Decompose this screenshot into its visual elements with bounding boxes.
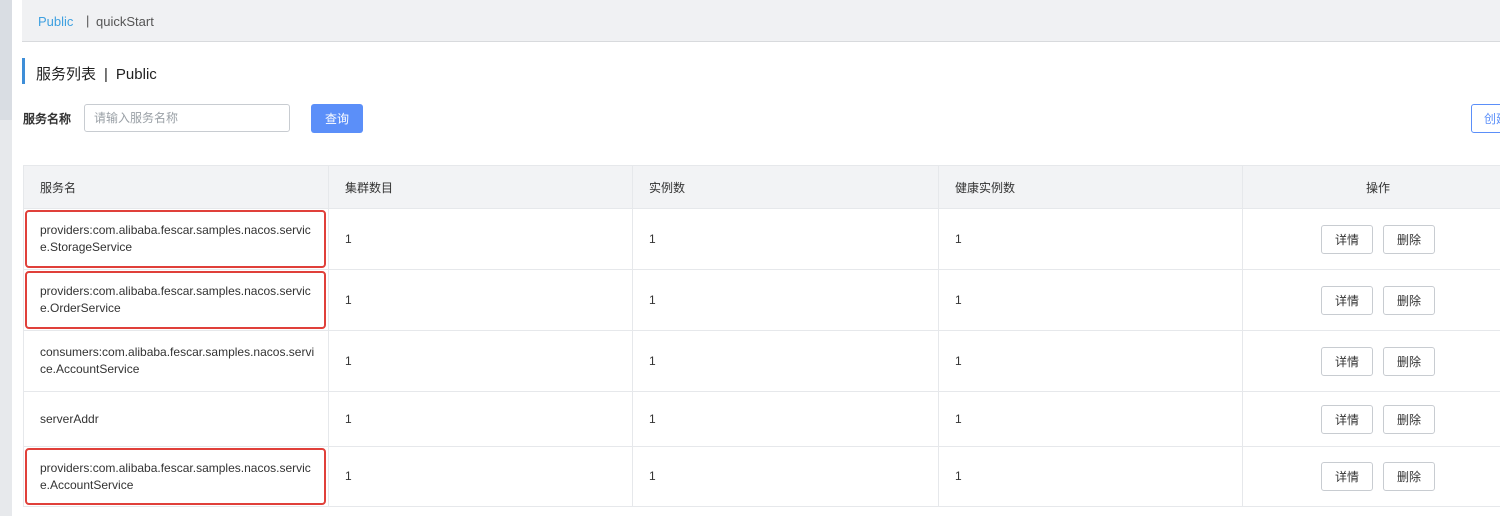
detail-button[interactable]: 详情 (1321, 346, 1373, 376)
page-title-separator: | (104, 66, 108, 83)
title-accent-bar (22, 58, 25, 84)
operations-cell: 详情 删除 (1242, 330, 1500, 392)
cluster-count-cell: 1 (328, 269, 633, 331)
service-name-cell: providers:com.alibaba.fescar.samples.nac… (23, 269, 329, 331)
service-name-cell: serverAddr (23, 391, 329, 447)
service-name-text: serverAddr (40, 411, 99, 426)
cluster-count-cell: 1 (328, 330, 633, 392)
service-name-text: providers:com.alibaba.fescar.samples.nac… (40, 223, 311, 254)
instance-count-cell: 1 (632, 269, 939, 331)
service-name-search-input[interactable] (84, 104, 290, 132)
delete-button[interactable]: 删除 (1383, 285, 1435, 315)
healthy-count-cell: 1 (938, 446, 1243, 507)
header-instance-count: 实例数 (632, 165, 939, 209)
instance-count-cell: 1 (632, 391, 939, 447)
service-name-cell: providers:com.alibaba.fescar.samples.nac… (23, 446, 329, 507)
namespace-public-link[interactable]: Public (38, 14, 73, 29)
operations-cell: 详情 删除 (1242, 391, 1500, 447)
header-service-name: 服务名 (23, 165, 329, 209)
header-healthy-instance-count: 健康实例数 (938, 165, 1243, 209)
operations-cell: 详情 删除 (1242, 269, 1500, 331)
namespace-bar: Public | quickStart (22, 0, 1500, 42)
page-title-text: 服务列表 (36, 66, 97, 83)
header-operations: 操作 (1242, 165, 1500, 209)
instance-count-cell: 1 (632, 208, 939, 270)
delete-button[interactable]: 删除 (1383, 346, 1435, 376)
cluster-count-cell: 1 (328, 208, 633, 270)
table-row: consumers:com.alibaba.fescar.samples.nac… (23, 330, 1500, 392)
service-name-cell: consumers:com.alibaba.fescar.samples.nac… (23, 330, 329, 392)
delete-button[interactable]: 删除 (1383, 224, 1435, 254)
healthy-count-cell: 1 (938, 330, 1243, 392)
header-cluster-count: 集群数目 (328, 165, 633, 209)
cluster-count-cell: 1 (328, 446, 633, 507)
app-frame: Public | quickStart 服务列表|Public 服务名称 查询 … (0, 0, 1500, 516)
table-row: providers:com.alibaba.fescar.samples.nac… (23, 208, 1500, 270)
instance-count-cell: 1 (632, 330, 939, 392)
table-row: serverAddr 1 1 1 详情 删除 (23, 391, 1500, 447)
page-title-namespace: Public (115, 66, 157, 83)
operations-cell: 详情 删除 (1242, 208, 1500, 270)
namespace-quickstart-link[interactable]: quickStart (96, 14, 154, 29)
query-button[interactable]: 查询 (311, 104, 363, 133)
operations-cell: 详情 删除 (1242, 446, 1500, 507)
detail-button[interactable]: 详情 (1321, 404, 1373, 434)
delete-button[interactable]: 删除 (1383, 404, 1435, 434)
service-name-cell: providers:com.alibaba.fescar.samples.nac… (23, 208, 329, 270)
healthy-count-cell: 1 (938, 208, 1243, 270)
healthy-count-cell: 1 (938, 269, 1243, 331)
sidebar-edge (0, 0, 12, 516)
table-row: providers:com.alibaba.fescar.samples.nac… (23, 269, 1500, 331)
service-name-text: consumers:com.alibaba.fescar.samples.nac… (40, 345, 315, 376)
detail-button[interactable]: 详情 (1321, 462, 1373, 491)
detail-button[interactable]: 详情 (1321, 285, 1373, 315)
namespace-separator: | (86, 13, 90, 28)
page-title: 服务列表 | Public (36, 63, 157, 84)
detail-button[interactable]: 详情 (1321, 224, 1373, 254)
service-name-text: providers:com.alibaba.fescar.samples.nac… (40, 460, 311, 492)
service-table: 服务名 集群数目 实例数 健康实例数 操作 providers:com.alib… (23, 165, 1500, 507)
main-content: Public | quickStart 服务列表|Public 服务名称 查询 … (22, 0, 1500, 516)
create-service-button[interactable]: 创建服务 (1471, 104, 1500, 133)
table-header-row: 服务名 集群数目 实例数 健康实例数 操作 (23, 165, 1500, 209)
healthy-count-cell: 1 (938, 391, 1243, 447)
cluster-count-cell: 1 (328, 391, 633, 447)
delete-button[interactable]: 删除 (1383, 462, 1435, 491)
instance-count-cell: 1 (632, 446, 939, 507)
table-row: providers:com.alibaba.fescar.samples.nac… (23, 446, 1500, 507)
service-name-label: 服务名称 (23, 112, 72, 126)
service-name-text: providers:com.alibaba.fescar.samples.nac… (40, 284, 311, 315)
